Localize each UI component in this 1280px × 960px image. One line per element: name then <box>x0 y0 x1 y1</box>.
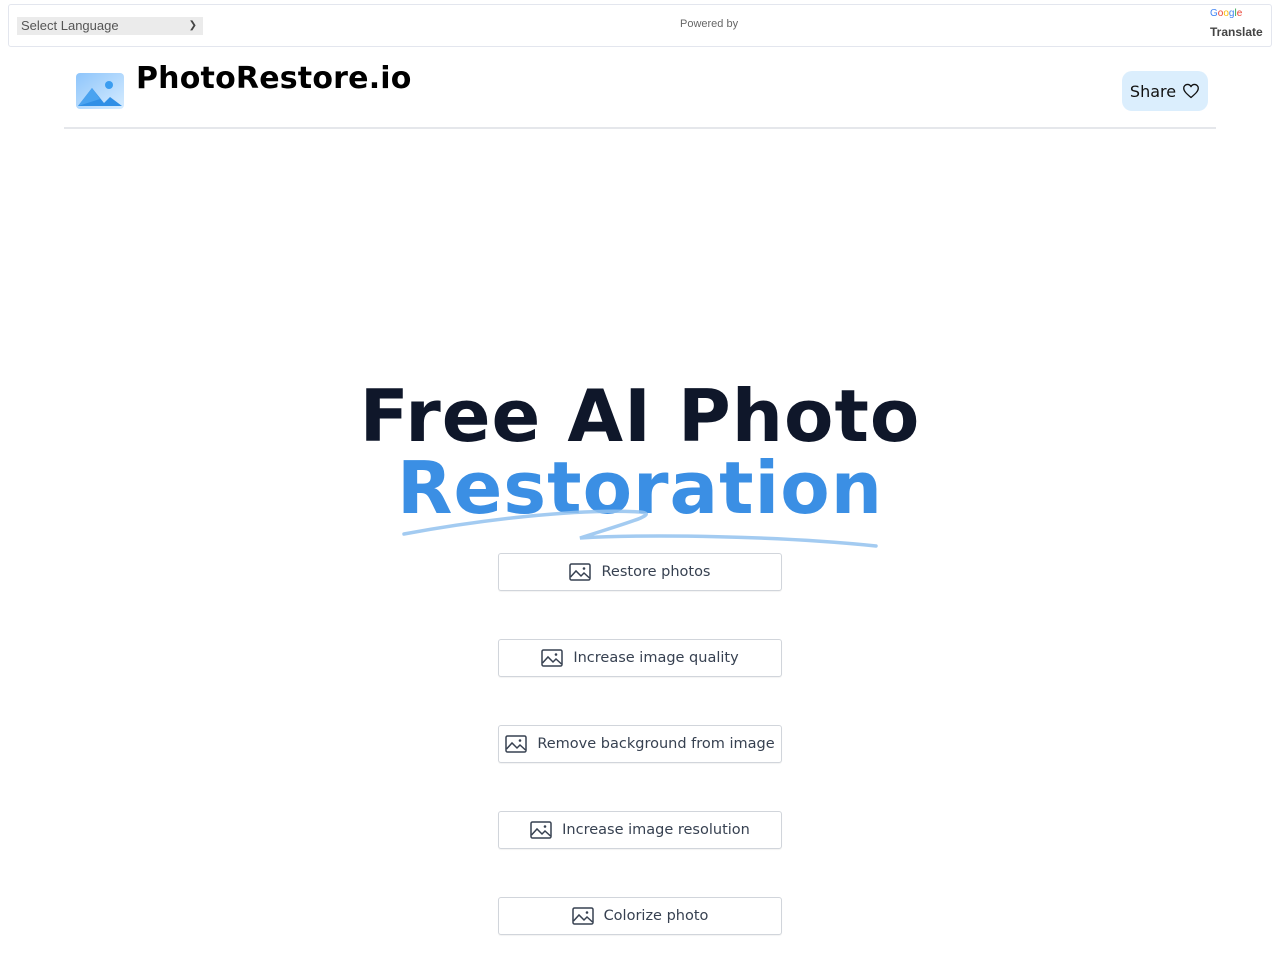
google-logo[interactable]: Google <box>1210 8 1242 19</box>
site-header: PhotoRestore.io Share <box>64 55 1216 129</box>
increase-image-resolution-button[interactable]: Increase image resolution <box>498 811 782 849</box>
image-icon <box>541 649 564 667</box>
restore-photos-button[interactable]: Restore photos <box>498 553 782 591</box>
image-icon <box>571 907 594 925</box>
google-letter: e <box>1236 8 1243 19</box>
tool-label: Colorize photo <box>603 908 709 924</box>
hero-title-line1: Free AI Photo <box>359 374 921 458</box>
image-icon <box>505 735 528 753</box>
share-label: Share <box>1129 81 1177 101</box>
tool-label: Remove background from image <box>537 736 775 752</box>
brand-name[interactable]: PhotoRestore.io <box>136 61 412 96</box>
colorize-photo-button[interactable]: Colorize photo <box>498 897 782 935</box>
google-letter: G <box>1210 8 1218 19</box>
image-icon <box>530 821 552 839</box>
tool-label: Increase image resolution <box>562 822 750 838</box>
language-select[interactable]: Select Language ❯ <box>17 17 203 35</box>
chevron-down-icon: ❯ <box>188 20 197 31</box>
underline-squiggle-decoration <box>402 509 878 548</box>
heart-icon <box>1183 83 1200 99</box>
share-button[interactable]: Share <box>1122 71 1208 111</box>
translate-label: Translate <box>1210 25 1263 39</box>
image-icon <box>569 563 592 581</box>
increase-image-quality-button[interactable]: Increase image quality <box>498 639 782 677</box>
google-translate-bar: Select Language ❯ Powered by Google Tran… <box>8 4 1272 47</box>
tool-label: Restore photos <box>601 564 711 580</box>
remove-background-button[interactable]: Remove background from image <box>498 725 782 763</box>
tool-label: Increase image quality <box>573 650 739 666</box>
image-landscape-icon[interactable] <box>76 73 124 109</box>
powered-by-text: Powered by <box>680 18 739 30</box>
language-select-label: Select Language <box>21 18 119 33</box>
